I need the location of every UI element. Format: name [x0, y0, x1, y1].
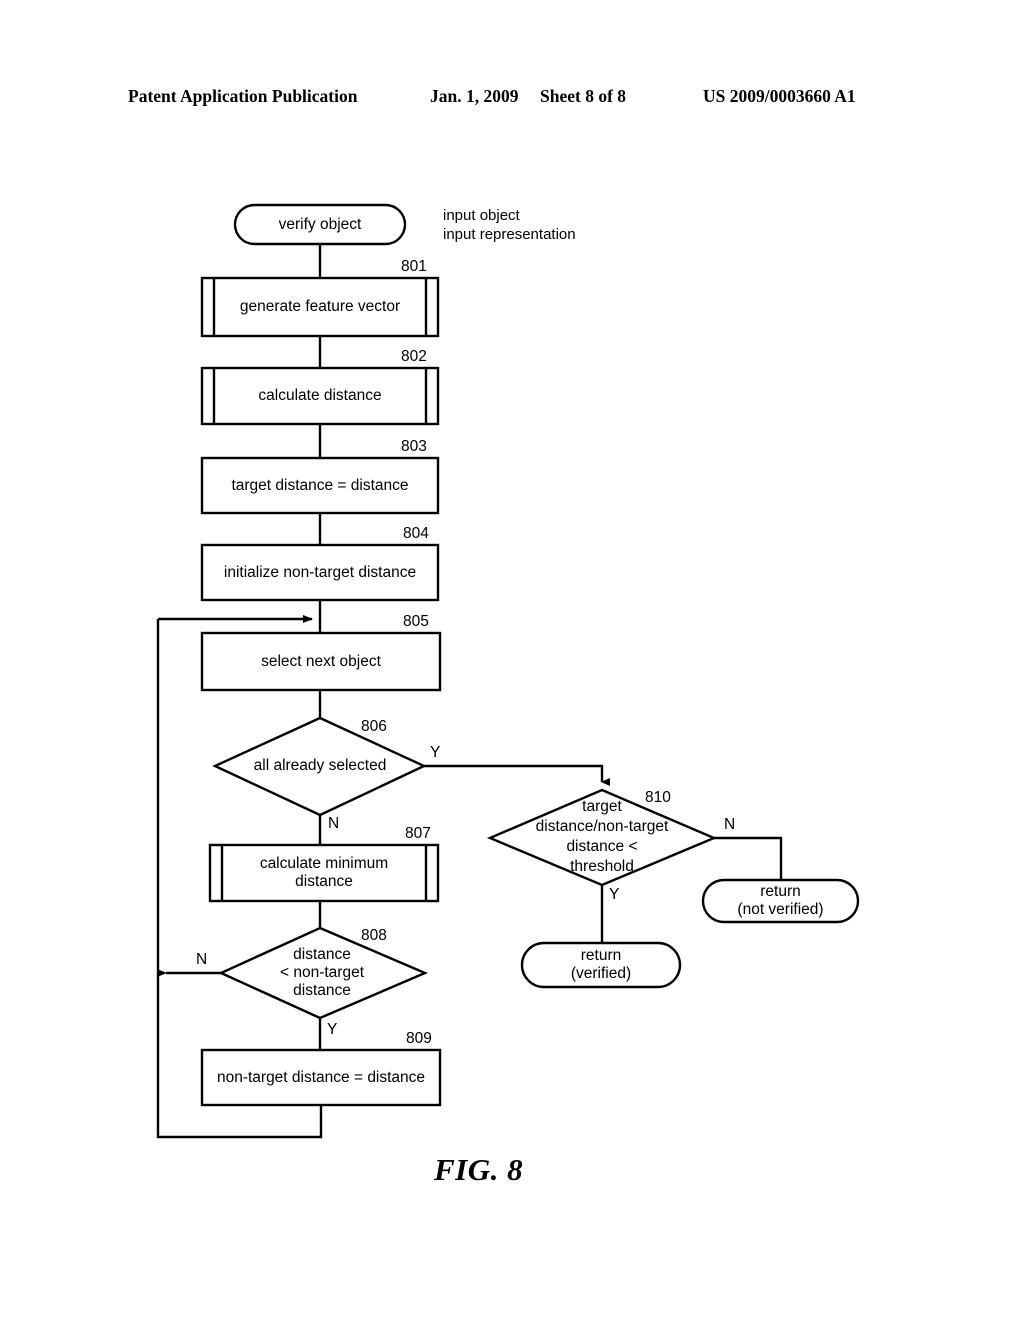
ref-numeral-802: 802: [401, 348, 427, 365]
figure-input-note: input object input representation: [443, 207, 576, 243]
node-shape-802: [200, 366, 440, 426]
ref-numeral-803: 803: [401, 438, 427, 455]
ref-numeral-810: 810: [645, 789, 671, 806]
ref-numeral-801: 801: [401, 258, 427, 275]
node-shape-809: [200, 1048, 442, 1107]
node-shape-return-verified: [520, 941, 682, 989]
edge-806-yes-to-810: [424, 764, 610, 786]
edge-810-no-to-return-not-verified: [714, 836, 783, 880]
node-shape-807: [208, 843, 440, 903]
ref-numeral-804: 804: [403, 525, 429, 542]
ref-numeral-805: 805: [403, 613, 429, 630]
flowchart-svg: [156, 203, 860, 1139]
edge-809-loopback-rail: [156, 619, 323, 1139]
node-shape-804: [200, 543, 440, 602]
flowchart-diagram: verify object generate feature vector ca…: [0, 0, 1024, 1320]
node-shape-805: [200, 631, 442, 692]
ref-numeral-809: 809: [406, 1030, 432, 1047]
node-shape-806: [212, 716, 427, 817]
ref-numeral-807: 807: [405, 825, 431, 842]
branch-label-808-yes: Y: [327, 1021, 338, 1038]
figure-caption: FIG. 8: [434, 1152, 524, 1187]
node-shape-return-not-verified: [701, 878, 860, 924]
node-shape-start: [233, 203, 407, 246]
node-shape-801: [200, 276, 440, 338]
node-shape-808: [218, 926, 429, 1020]
ref-numeral-808: 808: [361, 927, 387, 944]
branch-label-806-no: N: [328, 815, 340, 832]
branch-label-806-yes: Y: [430, 744, 441, 761]
node-shape-803: [200, 456, 440, 515]
branch-label-810-yes: Y: [609, 886, 620, 903]
branch-label-808-no: N: [196, 951, 208, 968]
branch-label-810-no: N: [724, 816, 736, 833]
node-shape-810: [486, 788, 718, 887]
ref-numeral-806: 806: [361, 718, 387, 735]
